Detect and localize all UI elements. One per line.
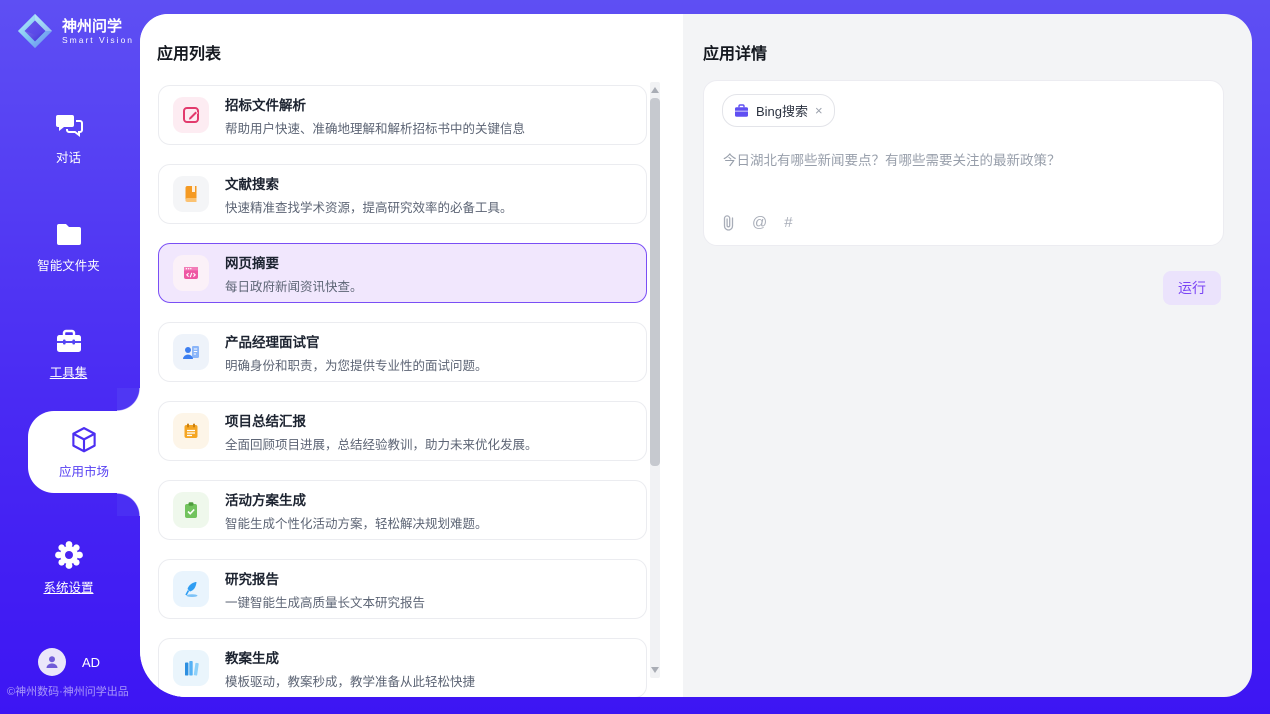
hashtag-icon[interactable]: # bbox=[784, 214, 792, 231]
cube-icon bbox=[69, 425, 99, 455]
brand-diamond-icon bbox=[16, 12, 54, 50]
app-card-project-summary[interactable]: 项目总结汇报 全面回顾项目进展，总结经验教训，助力未来优化发展。 bbox=[158, 401, 647, 461]
user-initials: AD bbox=[82, 655, 100, 670]
app-card-title: 网页摘要 bbox=[225, 252, 363, 272]
chat-icon bbox=[54, 112, 84, 140]
app-card-list: 招标文件解析 帮助用户快速、准确地理解和解析招标书中的关键信息 文献搜索 bbox=[158, 85, 647, 697]
sidebar-item-label: 对话 bbox=[56, 147, 81, 166]
folder-icon bbox=[54, 222, 84, 248]
query-text[interactable]: 今日湖北有哪些新闻要点？有哪些需要关注的最新政策？ bbox=[723, 149, 1061, 169]
app-list-title: 应用列表 bbox=[157, 40, 221, 64]
app-card-title: 项目总结汇报 bbox=[225, 410, 538, 430]
gear-icon bbox=[54, 540, 84, 570]
app-card-research-report[interactable]: 研究报告 一键智能生成高质量长文本研究报告 bbox=[158, 559, 647, 619]
prompt-composer[interactable]: Bing搜索 × 今日湖北有哪些新闻要点？有哪些需要关注的最新政策？ @ # bbox=[703, 80, 1224, 246]
app-card-title: 教案生成 bbox=[225, 647, 475, 667]
app-detail-panel: 应用详情 Bing搜索 × 今日湖北有哪些新闻要点？有哪些需要关注的最新政策？ bbox=[683, 14, 1252, 697]
books-icon bbox=[173, 650, 209, 686]
app-card-desc: 快速精准查找学术资源，提高研究效率的必备工具。 bbox=[225, 197, 513, 216]
app-card-title: 产品经理面试官 bbox=[225, 331, 488, 351]
app-card-title: 文献搜索 bbox=[225, 173, 513, 193]
app-card-title: 招标文件解析 bbox=[225, 94, 525, 114]
sidebar-item-label: 系统设置 bbox=[43, 577, 93, 596]
note-icon bbox=[173, 413, 209, 449]
app-card-title: 活动方案生成 bbox=[225, 489, 488, 509]
app-card-desc: 全面回顾项目进展，总结经验教训，助力未来优化发展。 bbox=[225, 434, 538, 453]
sidebar-item-app-market[interactable]: 应用市场 bbox=[28, 411, 140, 493]
composer-toolbar: @ # bbox=[722, 214, 793, 231]
user-account[interactable]: AD bbox=[38, 648, 100, 676]
clipboard-check-icon bbox=[173, 492, 209, 528]
bubble-fillet-bottom bbox=[117, 493, 140, 516]
app-card-pm-interviewer[interactable]: 产品经理面试官 明确身份和职责，为您提供专业性的面试问题。 bbox=[158, 322, 647, 382]
app-card-lesson-plan[interactable]: 教案生成 模板驱动，教案秒成，教学准备从此轻松快捷 bbox=[158, 638, 647, 697]
copyright-text: ©神州数码·神州问学出品 bbox=[7, 683, 129, 699]
tool-tag-bing-search[interactable]: Bing搜索 × bbox=[722, 94, 835, 127]
sidebar-item-label: 应用市场 bbox=[59, 461, 109, 480]
app-card-tender-parse[interactable]: 招标文件解析 帮助用户快速、准确地理解和解析招标书中的关键信息 bbox=[158, 85, 647, 145]
scroll-down-icon[interactable] bbox=[651, 667, 659, 673]
app-list-panel: 应用列表 招标文件解析 帮助用户快速、准确地理解和解析招标书中的关键信息 bbox=[140, 14, 683, 697]
sidebar-item-toolset[interactable]: 工具集 bbox=[0, 328, 137, 381]
app-list-scrollbar[interactable] bbox=[650, 82, 660, 678]
app-card-desc: 帮助用户快速、准确地理解和解析招标书中的关键信息 bbox=[225, 118, 525, 137]
app-card-title: 研究报告 bbox=[225, 568, 425, 588]
close-icon[interactable]: × bbox=[815, 104, 823, 117]
briefcase-icon bbox=[734, 104, 749, 118]
mention-icon[interactable]: @ bbox=[752, 214, 767, 231]
sidebar-item-settings[interactable]: 系统设置 bbox=[0, 540, 137, 596]
paperclip-icon[interactable] bbox=[722, 214, 735, 231]
app-card-desc: 一键智能生成高质量长文本研究报告 bbox=[225, 592, 425, 611]
app-card-desc: 明确身份和职责，为您提供专业性的面试问题。 bbox=[225, 355, 488, 374]
edit-square-icon bbox=[173, 97, 209, 133]
person-doc-icon bbox=[173, 334, 209, 370]
toolbox-icon bbox=[54, 328, 84, 355]
brand-tagline: Smart Vision bbox=[62, 35, 134, 45]
book-icon bbox=[173, 176, 209, 212]
app-window: 神州问学 Smart Vision 对话 智能文件夹 bbox=[0, 0, 1270, 714]
brand-logo: 神州问学 Smart Vision bbox=[16, 12, 134, 50]
app-card-web-summary[interactable]: 网页摘要 每日政府新闻资讯快查。 bbox=[158, 243, 647, 303]
sidebar-item-label: 工具集 bbox=[50, 362, 88, 381]
main-content: 应用列表 招标文件解析 帮助用户快速、准确地理解和解析招标书中的关键信息 bbox=[140, 14, 1252, 697]
sidebar-item-smart-folder[interactable]: 智能文件夹 bbox=[0, 222, 137, 274]
browser-code-icon bbox=[173, 255, 209, 291]
bubble-fillet-top bbox=[117, 388, 140, 411]
avatar bbox=[38, 648, 66, 676]
scrollbar-thumb[interactable] bbox=[650, 98, 660, 466]
scroll-up-icon[interactable] bbox=[651, 87, 659, 93]
sidebar-item-label: 智能文件夹 bbox=[37, 255, 100, 274]
app-card-activity-plan[interactable]: 活动方案生成 智能生成个性化活动方案，轻松解决规划难题。 bbox=[158, 480, 647, 540]
ink-quill-icon bbox=[173, 571, 209, 607]
sidebar-item-chat[interactable]: 对话 bbox=[0, 112, 137, 166]
brand-name: 神州问学 bbox=[62, 18, 134, 35]
app-card-desc: 每日政府新闻资讯快查。 bbox=[225, 276, 363, 295]
app-card-desc: 模板驱动，教案秒成，教学准备从此轻松快捷 bbox=[225, 671, 475, 690]
app-card-literature-search[interactable]: 文献搜索 快速精准查找学术资源，提高研究效率的必备工具。 bbox=[158, 164, 647, 224]
app-detail-title: 应用详情 bbox=[703, 40, 767, 64]
tool-tag-label: Bing搜索 bbox=[756, 101, 808, 120]
app-card-desc: 智能生成个性化活动方案，轻松解决规划难题。 bbox=[225, 513, 488, 532]
run-button[interactable]: 运行 bbox=[1163, 271, 1221, 305]
